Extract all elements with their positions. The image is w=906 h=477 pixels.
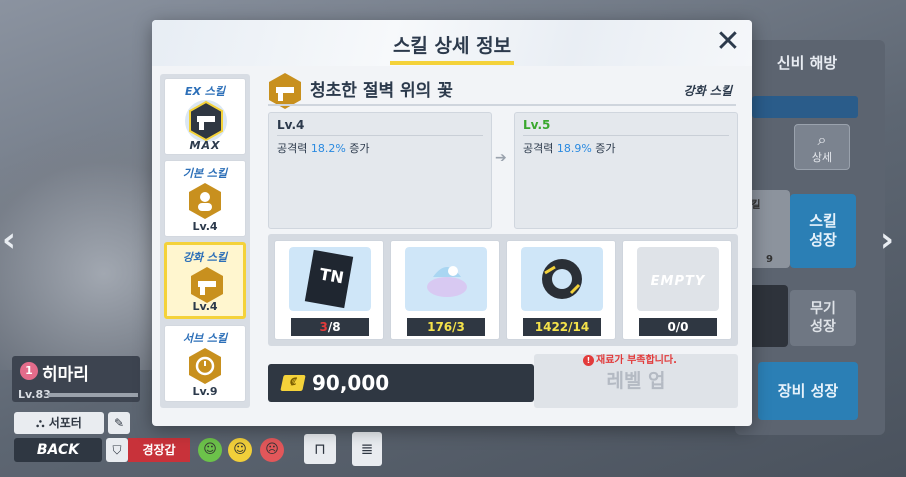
materials-panel: TN 3/8 176/3 1422/14 EMPTY 0/0 bbox=[268, 234, 738, 346]
credit-cost: ₡ 90,000 bbox=[268, 364, 534, 402]
neutral-face-icon: ☺ bbox=[228, 438, 252, 462]
material-count: 1422/14 bbox=[523, 318, 601, 336]
gun-icon bbox=[191, 267, 223, 303]
skill-type: 강화 스킬 bbox=[683, 84, 732, 98]
skill-slot-level: 9 bbox=[766, 254, 773, 265]
tab-basic-skill[interactable]: 기본 스킬 Lv.4 bbox=[164, 160, 246, 237]
arrow-right-icon: ➔ bbox=[495, 150, 507, 166]
angry-face-icon: ☹ bbox=[260, 438, 284, 462]
empty-slot-image: EMPTY bbox=[637, 247, 719, 311]
insufficient-warning: ! 재료가 부족합니다. bbox=[583, 351, 677, 366]
material-slot-empty: EMPTY 0/0 bbox=[622, 240, 732, 340]
info-bar bbox=[752, 96, 858, 118]
desc-prefix: 공격력 bbox=[523, 142, 557, 155]
tab-enhance-skill[interactable]: 강화 스킬 Lv.4 bbox=[164, 242, 246, 319]
weapon-growth-button[interactable]: 무기 성장 bbox=[790, 290, 856, 346]
material-slot[interactable]: 176/3 bbox=[390, 240, 500, 340]
next-description: 공격력 18.9% 증가 bbox=[523, 140, 616, 156]
equipment-growth-button[interactable]: 장비 성장 bbox=[758, 362, 858, 420]
divider bbox=[277, 135, 483, 136]
character-level: Lv.83 bbox=[18, 388, 51, 401]
armor-type-badge: 경장갑 bbox=[128, 438, 190, 462]
support-icon: ⛬ bbox=[36, 416, 49, 430]
back-button[interactable]: BACK bbox=[14, 438, 102, 462]
modal-title: 스킬 상세 정보 bbox=[392, 35, 512, 57]
material-count: 0/0 bbox=[639, 318, 717, 336]
skill-growth-button[interactable]: 스킬 성장 bbox=[790, 194, 856, 268]
detail-button[interactable]: ⌕ 상세 bbox=[794, 124, 850, 170]
ooparts-icon bbox=[405, 247, 487, 311]
current-description: 공격력 18.2% 증가 bbox=[277, 140, 370, 156]
close-icon[interactable]: ✕ bbox=[710, 24, 746, 60]
bond-heart-icon: 1 bbox=[20, 362, 38, 380]
tab-level: Lv.4 bbox=[192, 300, 218, 313]
tab-sub-skill[interactable]: 서브 스킬 Lv.9 bbox=[164, 325, 246, 402]
tech-notes-icon: TN bbox=[289, 247, 371, 311]
next-level-box: Lv.5 공격력 18.9% 증가 bbox=[514, 112, 738, 229]
happy-face-icon: ☺ bbox=[198, 438, 222, 462]
desc-prefix: 공격력 bbox=[277, 142, 311, 155]
max-badge: MAX bbox=[189, 139, 221, 152]
unlock-icon[interactable]: ⊓ bbox=[304, 434, 336, 464]
warning-icon: ! bbox=[583, 355, 594, 366]
character-name: 히마리 bbox=[42, 365, 89, 385]
skill-name: 청초한 절벽 위의 꽃 bbox=[310, 81, 453, 101]
material-count: 176/3 bbox=[407, 318, 485, 336]
skill-tabs: EX 스킬 MAX 기본 스킬 Lv.4 강화 스킬 Lv.4 서브 스킬 Lv… bbox=[160, 74, 250, 408]
tab-mystic-release[interactable]: 신비 해방 bbox=[752, 48, 862, 78]
cost-value: 90,000 bbox=[312, 371, 390, 395]
divider bbox=[268, 104, 736, 106]
chevron-left-icon[interactable]: ‹ bbox=[2, 220, 16, 260]
cost-icon bbox=[189, 348, 221, 384]
shield-icon: ⛉ bbox=[106, 438, 128, 462]
desc-value: 18.2% bbox=[310, 142, 346, 155]
material-slot[interactable]: 1422/14 bbox=[506, 240, 616, 340]
magnifier-icon: ⌕ bbox=[817, 130, 827, 149]
weapon-type-icon: ✎ bbox=[108, 412, 130, 434]
tab-level: Lv.9 bbox=[192, 385, 218, 398]
gun-icon bbox=[185, 100, 227, 142]
person-icon bbox=[189, 183, 221, 219]
chevron-right-icon[interactable]: › bbox=[880, 220, 894, 260]
role-label: 서포터 bbox=[48, 416, 82, 430]
skill-growth-label-2: 성장 bbox=[809, 231, 837, 249]
desc-suffix: 증가 bbox=[591, 142, 616, 155]
credit-icon: ₡ bbox=[280, 375, 306, 391]
tab-label: EX 스킬 bbox=[184, 85, 226, 98]
next-level: Lv.5 bbox=[523, 118, 551, 132]
role-tag: ⛬ 서포터 bbox=[14, 412, 104, 434]
empty-label: EMPTY bbox=[650, 274, 706, 289]
tab-level: Lv.4 bbox=[192, 220, 218, 233]
owned-count: 3 bbox=[319, 320, 328, 334]
desc-suffix: 증가 bbox=[345, 142, 370, 155]
detail-label: 상세 bbox=[811, 151, 833, 164]
material-slot[interactable]: TN 3/8 bbox=[274, 240, 384, 340]
skill-growth-label-1: 스킬 bbox=[809, 212, 837, 230]
divider bbox=[523, 135, 729, 136]
disk-artifact-icon bbox=[521, 247, 603, 311]
weapon-growth-label-1: 무기 bbox=[810, 301, 836, 317]
desc-value: 18.9% bbox=[556, 142, 592, 155]
tab-ex-skill[interactable]: EX 스킬 MAX bbox=[164, 78, 246, 155]
material-count: 3/8 bbox=[291, 318, 369, 336]
skill-detail-modal: 스킬 상세 정보 ✕ EX 스킬 MAX 기본 스킬 Lv.4 강화 스킬 Lv… bbox=[152, 20, 752, 426]
tab-label: 기본 스킬 bbox=[182, 167, 228, 180]
title-underline bbox=[390, 61, 514, 65]
tab-label: 서브 스킬 bbox=[182, 332, 228, 345]
current-level-box: Lv.4 공격력 18.2% 증가 bbox=[268, 112, 492, 229]
required-count: /8 bbox=[327, 320, 341, 334]
weapon-growth-label-2: 성장 bbox=[810, 319, 836, 335]
current-level: Lv.4 bbox=[277, 118, 305, 132]
tab-label: 강화 스킬 bbox=[182, 251, 228, 264]
document-icon[interactable]: ≣ bbox=[352, 432, 382, 466]
level-progress-bar bbox=[48, 393, 138, 397]
warning-text: 재료가 부족합니다. bbox=[596, 355, 677, 366]
